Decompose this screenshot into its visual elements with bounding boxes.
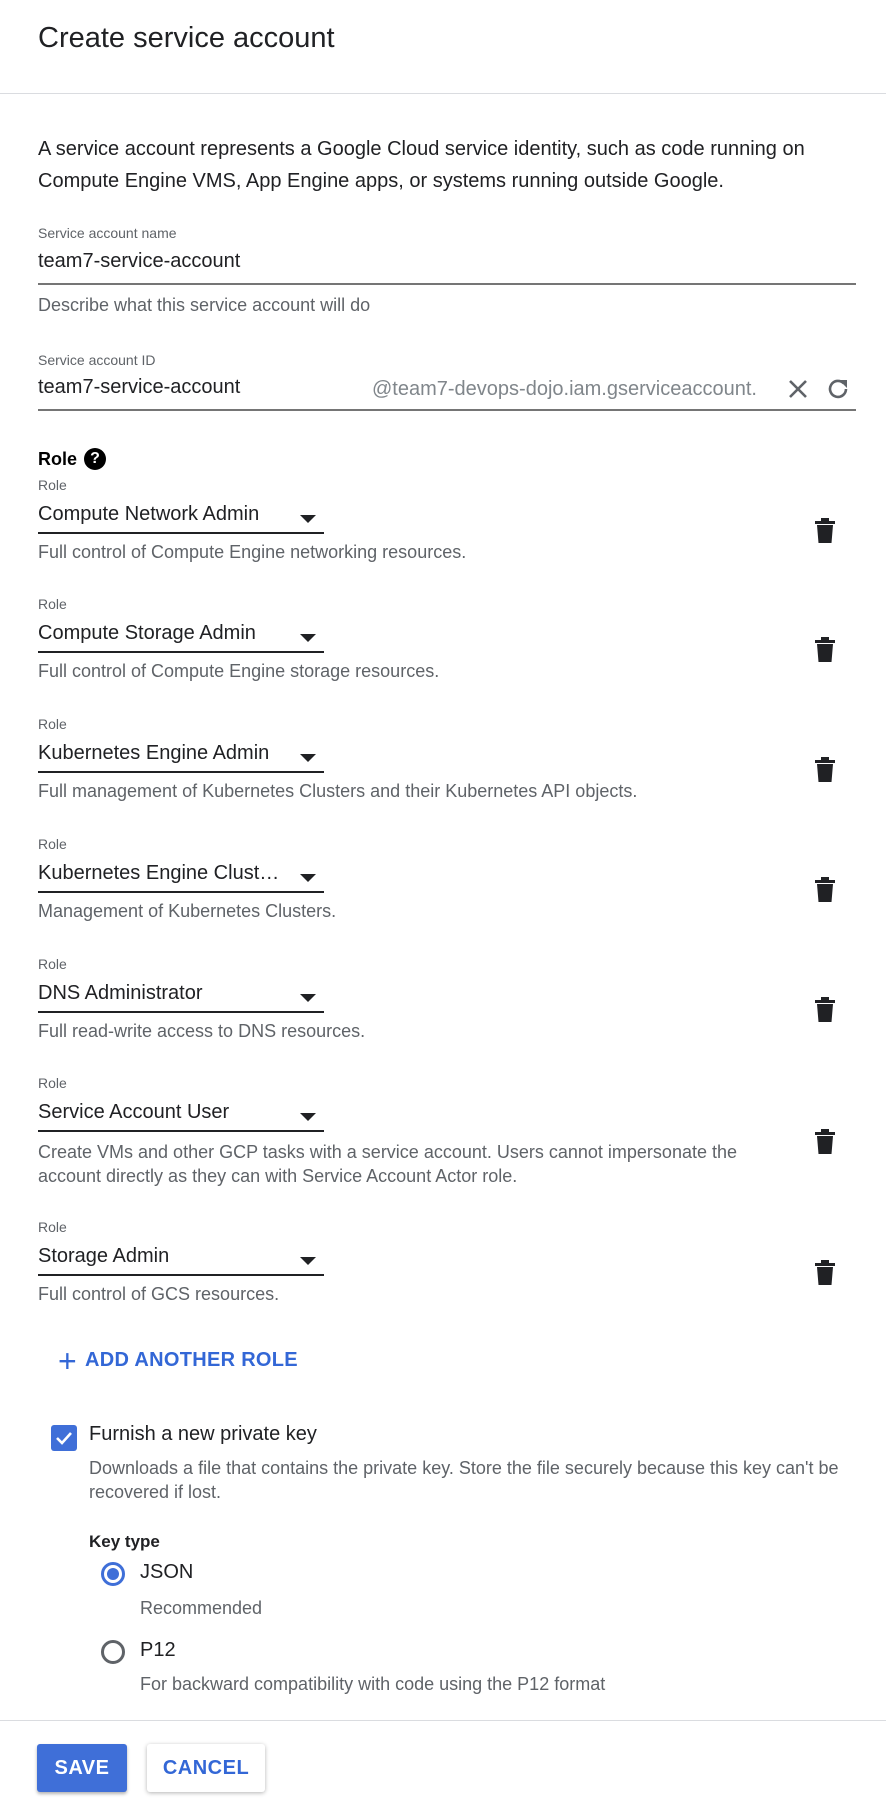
radio-json-label[interactable]: JSON	[140, 1561, 193, 1584]
role-description: Full read-write access to DNS resources.	[38, 1021, 366, 1041]
role-select-underline	[38, 771, 324, 773]
trash-icon[interactable]	[814, 518, 836, 544]
role-select[interactable]: Storage Admin	[38, 1245, 324, 1276]
service-account-id-label: Service account ID	[38, 352, 156, 368]
help-icon[interactable]: ?	[84, 448, 107, 470]
dropdown-arrow-icon[interactable]	[300, 515, 316, 523]
role-select-underline	[38, 1011, 324, 1013]
trash-icon[interactable]	[814, 1129, 836, 1155]
role-row: Role Compute Storage Admin Full control …	[38, 596, 828, 682]
role-select-value[interactable]: Service Account User	[38, 1101, 288, 1124]
role-row: Role Kubernetes Engine Cluste… Managemen…	[38, 836, 828, 922]
furnish-private-key-description: Downloads a file that contains the priva…	[89, 1458, 839, 1502]
service-account-name-label: Service account name	[38, 225, 177, 241]
role-select-value[interactable]: DNS Administrator	[38, 982, 288, 1005]
role-heading-text: Role	[38, 448, 78, 469]
role-row: Role Kubernetes Engine Admin Full manage…	[38, 716, 828, 802]
plus-icon: +	[58, 1342, 77, 1379]
service-account-description-field[interactable]: Describe what this service account will …	[38, 295, 370, 316]
add-another-role-label: ADD ANOTHER ROLE	[85, 1349, 298, 1371]
role-select-value[interactable]: Compute Storage Admin	[38, 622, 288, 645]
clear-icon[interactable]	[783, 374, 813, 404]
role-select-value[interactable]: Compute Network Admin	[38, 503, 288, 526]
radio-p12[interactable]	[101, 1640, 125, 1664]
role-select-value[interactable]: Storage Admin	[38, 1245, 288, 1268]
refresh-icon[interactable]	[823, 374, 853, 404]
intro-text: A service account represents a Google Cl…	[38, 138, 805, 192]
radio-p12-description: For backward compatibility with code usi…	[140, 1674, 606, 1694]
role-description: Full control of GCS resources.	[38, 1284, 280, 1304]
role-select-value[interactable]: Kubernetes Engine Cluste…	[38, 862, 288, 885]
dropdown-arrow-icon[interactable]	[300, 1113, 316, 1121]
role-select[interactable]: Compute Storage Admin	[38, 622, 324, 653]
role-description: Management of Kubernetes Clusters.	[38, 901, 337, 921]
dropdown-arrow-icon[interactable]	[300, 634, 316, 642]
role-row: Role Service Account User Create VMs and…	[38, 1075, 828, 1188]
role-select-underline	[38, 1130, 324, 1132]
role-description: Full management of Kubernetes Clusters a…	[38, 781, 638, 801]
trash-icon[interactable]	[814, 877, 836, 903]
role-row: Role Storage Admin Full control of GCS r…	[38, 1219, 828, 1305]
role-label: Role	[38, 836, 67, 852]
role-select-value[interactable]: Kubernetes Engine Admin	[38, 742, 288, 765]
furnish-private-key-label[interactable]: Furnish a new private key	[89, 1423, 317, 1446]
radio-json[interactable]	[101, 1562, 125, 1586]
check-icon	[56, 1432, 72, 1445]
header-divider	[0, 93, 886, 94]
role-select[interactable]: DNS Administrator	[38, 982, 324, 1013]
radio-p12-label[interactable]: P12	[140, 1639, 176, 1662]
role-select-underline	[38, 532, 324, 534]
service-account-name-value[interactable]: team7-service-account	[38, 250, 856, 273]
role-label: Role	[38, 716, 67, 732]
role-select[interactable]: Compute Network Admin	[38, 503, 324, 534]
role-label: Role	[38, 1219, 67, 1235]
dropdown-arrow-icon[interactable]	[300, 874, 316, 882]
role-row: Role Compute Network Admin Full control …	[38, 477, 828, 563]
role-description: Full control of Compute Engine networkin…	[38, 542, 467, 562]
role-description: Create VMs and other GCP tasks with a se…	[38, 1142, 737, 1186]
dialog-title: Create service account	[38, 22, 335, 54]
service-account-name-field[interactable]: team7-service-account	[38, 250, 856, 285]
role-row: Role DNS Administrator Full read-write a…	[38, 956, 828, 1042]
service-account-id-suffix: @team7-devops-dojo.iam.gserviceaccount.	[372, 378, 757, 400]
key-type-label: Key type	[89, 1532, 160, 1551]
trash-icon[interactable]	[814, 1260, 836, 1286]
role-section-heading: Role ?	[38, 448, 107, 470]
role-select-underline	[38, 1274, 324, 1276]
save-button[interactable]: SAVE	[37, 1744, 127, 1792]
role-select-underline	[38, 651, 324, 653]
role-label: Role	[38, 596, 67, 612]
trash-icon[interactable]	[814, 997, 836, 1023]
role-select[interactable]: Service Account User	[38, 1101, 324, 1132]
role-label: Role	[38, 956, 67, 972]
furnish-private-key-checkbox[interactable]	[51, 1425, 77, 1451]
dropdown-arrow-icon[interactable]	[300, 1257, 316, 1265]
trash-icon[interactable]	[814, 757, 836, 783]
role-label: Role	[38, 1075, 67, 1091]
role-label: Role	[38, 477, 67, 493]
cancel-button[interactable]: CANCEL	[147, 1744, 265, 1792]
dropdown-arrow-icon[interactable]	[300, 994, 316, 1002]
role-description: Full control of Compute Engine storage r…	[38, 661, 440, 681]
radio-json-description: Recommended	[140, 1598, 263, 1618]
role-select-underline	[38, 891, 324, 893]
service-account-id-underline	[38, 409, 856, 411]
add-another-role-button[interactable]: + ADD ANOTHER ROLE	[58, 1342, 298, 1379]
role-select[interactable]: Kubernetes Engine Cluste…	[38, 862, 324, 893]
dropdown-arrow-icon[interactable]	[300, 754, 316, 762]
trash-icon[interactable]	[814, 637, 836, 663]
role-select[interactable]: Kubernetes Engine Admin	[38, 742, 324, 773]
service-account-name-underline	[38, 283, 856, 285]
footer-divider	[0, 1720, 886, 1721]
